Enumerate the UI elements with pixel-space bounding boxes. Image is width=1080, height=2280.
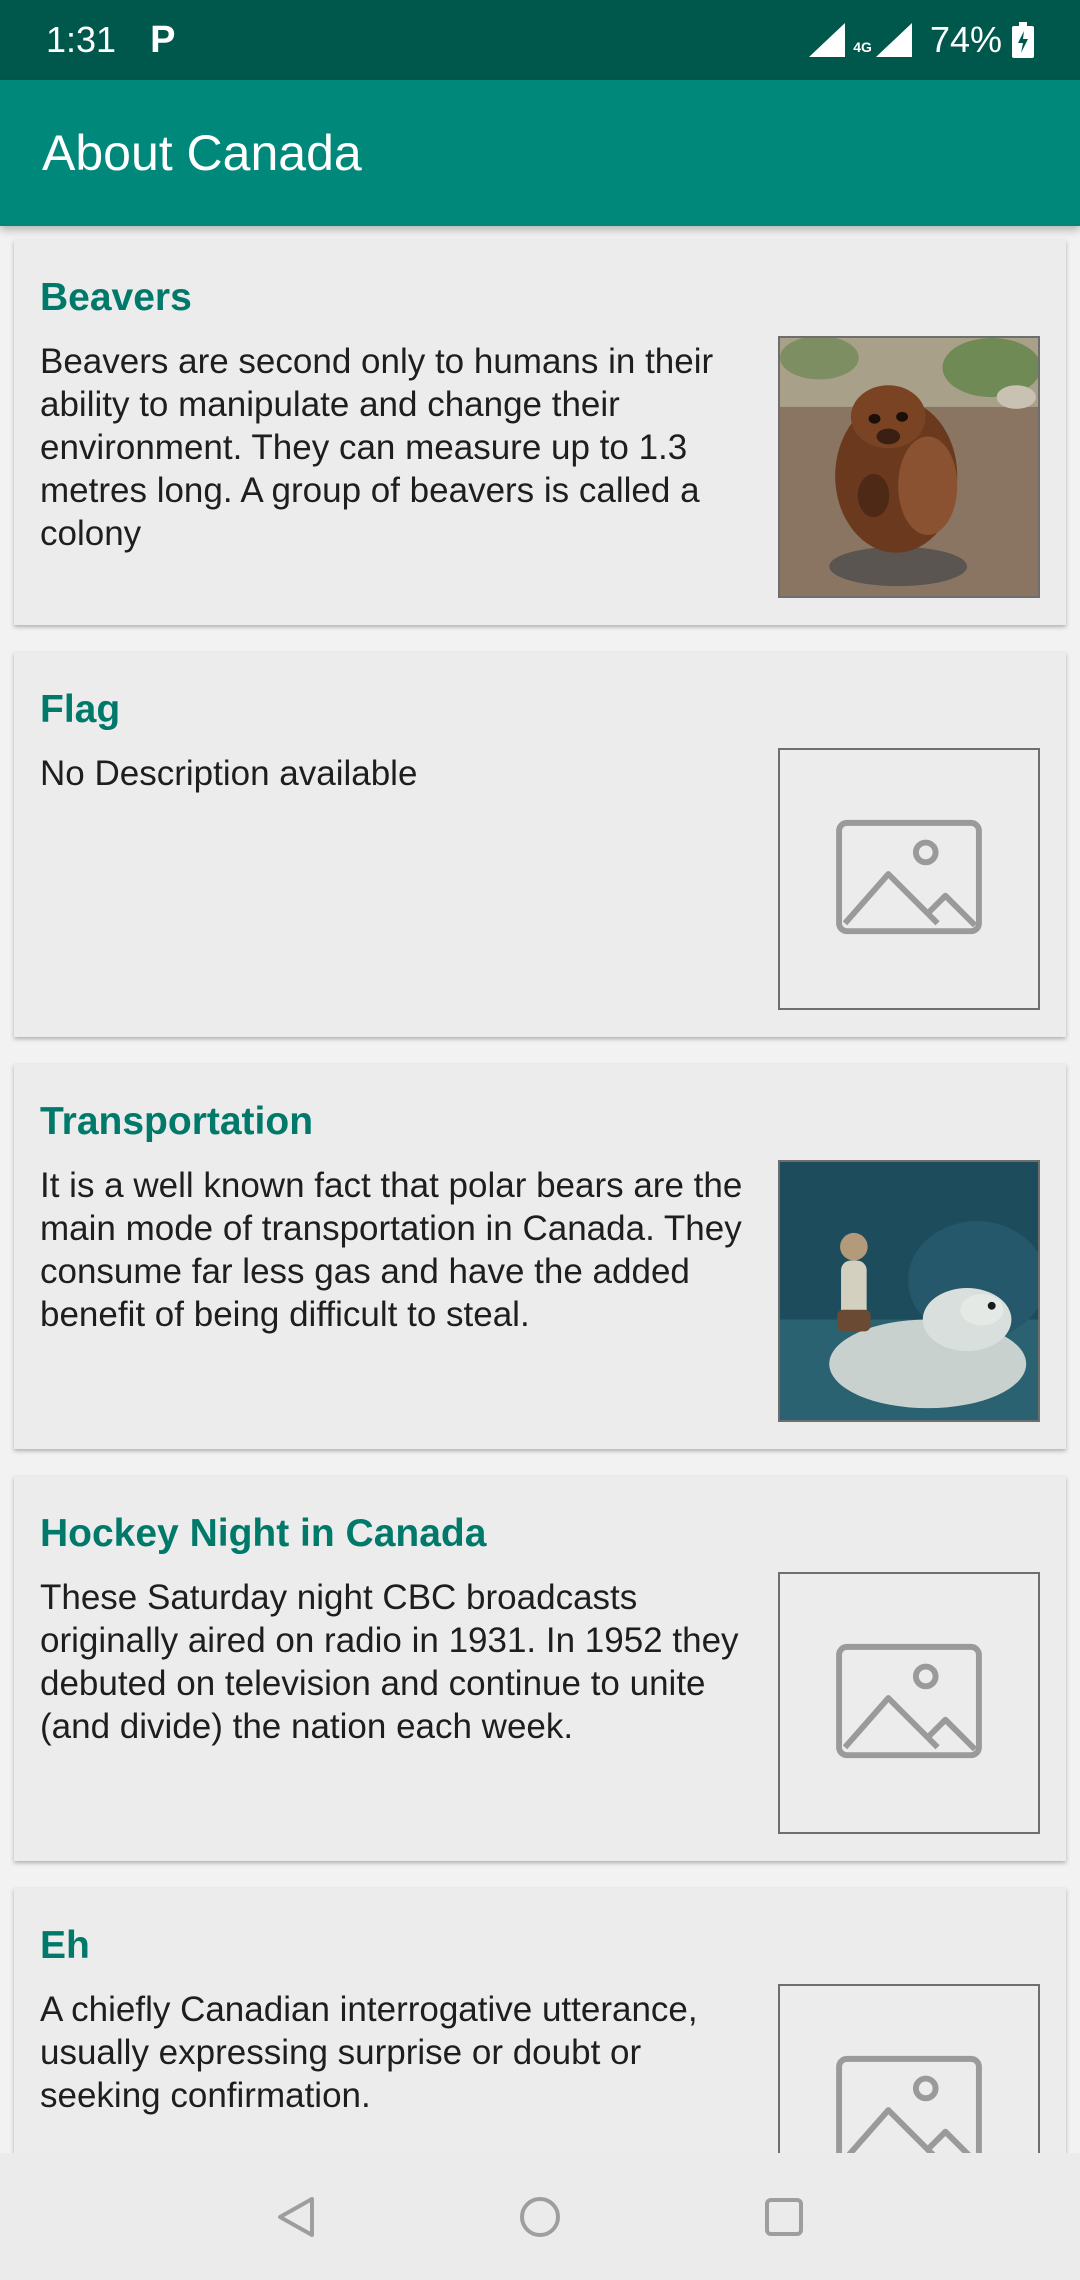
- card-title: Eh: [40, 1924, 90, 1967]
- card-title: Beavers: [40, 276, 192, 319]
- battery-percentage: 74%: [929, 19, 1002, 60]
- card-description: No Description available: [40, 754, 418, 793]
- list-item-transportation[interactable]: Transportation It is a well known fact t…: [14, 1064, 1066, 1449]
- recents-square-icon: [765, 2197, 803, 2236]
- facts-list[interactable]: Beavers Beavers are second only to human…: [0, 226, 1080, 2153]
- card-description: It is a well known fact that polar bears…: [40, 1166, 743, 1334]
- polar-bear-image: [778, 1160, 1040, 1422]
- card-description: These Saturday night CBC broadcasts orig…: [40, 1578, 739, 1746]
- list-item-hockey-night[interactable]: Hockey Night in Canada These Saturday ni…: [14, 1476, 1066, 1861]
- card-description: A chiefly Canadian interrogative utteran…: [40, 1990, 698, 2115]
- status-bar: 1:31 P 4G 74%: [0, 0, 1080, 80]
- list-item-eh[interactable]: Eh A chiefly Canadian interrogative utte…: [14, 1888, 1066, 2153]
- recents-button[interactable]: [756, 2189, 812, 2245]
- list-item-beavers[interactable]: Beavers Beavers are second only to human…: [14, 240, 1066, 625]
- battery-charging-icon: [1012, 22, 1034, 58]
- card-title: Transportation: [40, 1100, 314, 1143]
- placeholder-image-icon: [778, 1984, 1040, 2153]
- list-item-flag[interactable]: Flag No Description available: [14, 652, 1066, 1037]
- home-button[interactable]: [512, 2189, 568, 2245]
- back-triangle-icon: [278, 2196, 314, 2237]
- status-time: 1:31: [46, 19, 117, 60]
- placeholder-image-icon: [778, 748, 1040, 1010]
- app-bar: About Canada: [0, 80, 1080, 226]
- card-title: Hockey Night in Canada: [40, 1512, 487, 1555]
- status-icons: 4G 74%: [809, 19, 1034, 61]
- signal-icon: [809, 23, 846, 57]
- page-title: About Canada: [42, 125, 362, 181]
- signal-4g-icon: [875, 23, 912, 57]
- back-button[interactable]: [268, 2189, 324, 2245]
- parking-notification-icon: P: [150, 18, 176, 61]
- home-circle-icon: [520, 2196, 560, 2237]
- navigation-bar: [0, 2153, 1080, 2280]
- network-type-label: 4G: [853, 39, 872, 55]
- card-title: Flag: [40, 688, 121, 731]
- beaver-image: [778, 336, 1040, 598]
- card-description: Beavers are second only to humans in the…: [40, 342, 714, 553]
- placeholder-image-icon: [778, 1572, 1040, 1834]
